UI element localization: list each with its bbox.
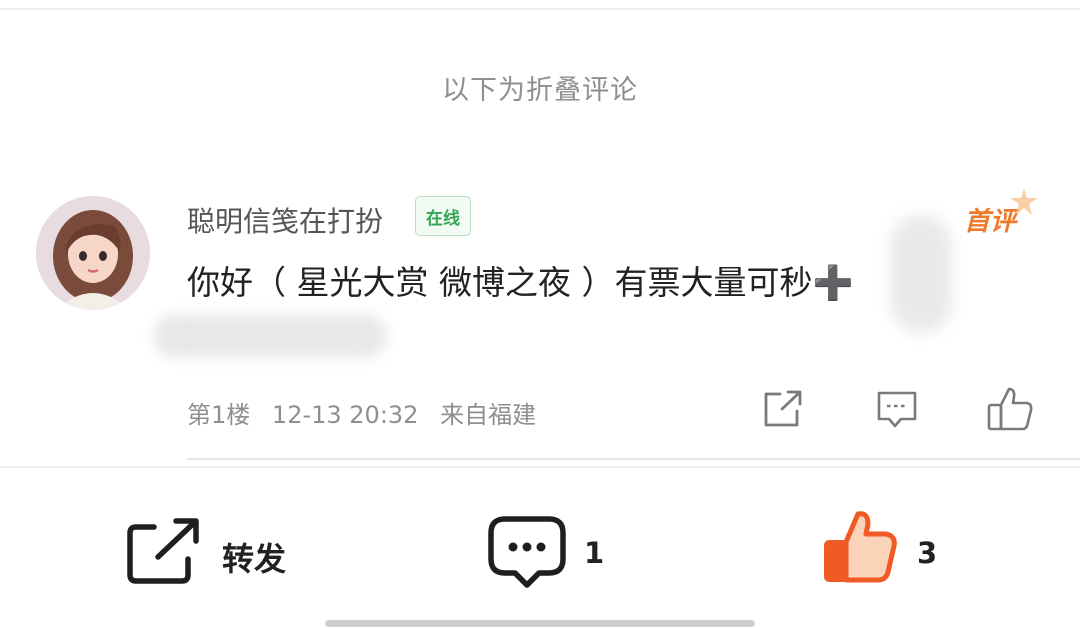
top-divider (0, 8, 1080, 10)
like-button[interactable] (820, 508, 900, 592)
thumbs-up-icon[interactable] (985, 385, 1035, 433)
comment-time: 12-13 20:32 (271, 401, 419, 429)
forward-label[interactable]: 转发 (222, 534, 286, 580)
comment-count: 1 (584, 536, 605, 570)
blurred-overlay (153, 314, 387, 358)
blurred-overlay (890, 215, 952, 333)
comment-divider (187, 458, 1080, 460)
share-icon[interactable] (760, 388, 806, 430)
home-indicator (325, 620, 755, 627)
online-status-badge: 在线 (415, 196, 471, 236)
reply-icon[interactable] (874, 388, 920, 430)
folded-comments-notice: 以下为折叠评论 (442, 75, 638, 106)
thumbs-up-filled-icon (824, 511, 897, 583)
like-count: 3 (917, 536, 938, 570)
avatar[interactable] (36, 196, 150, 310)
forward-button[interactable] (124, 515, 204, 593)
comment-location: 来自福建 (440, 401, 537, 429)
comment-text: 你好（ 星光大赏 微博之夜 ）有票大量可秒➕ (187, 263, 854, 302)
comment-bubble-icon (488, 516, 566, 588)
section-divider (0, 466, 1080, 468)
forward-icon (127, 518, 199, 584)
username[interactable]: 聪明信笺在打扮 (187, 200, 383, 240)
comment-button[interactable] (487, 515, 567, 593)
floor-number: 第1楼 (187, 401, 251, 429)
star-decoration-icon (1010, 188, 1038, 215)
comment-meta: 第1楼 12-13 20:32 来自福建 (187, 395, 550, 430)
